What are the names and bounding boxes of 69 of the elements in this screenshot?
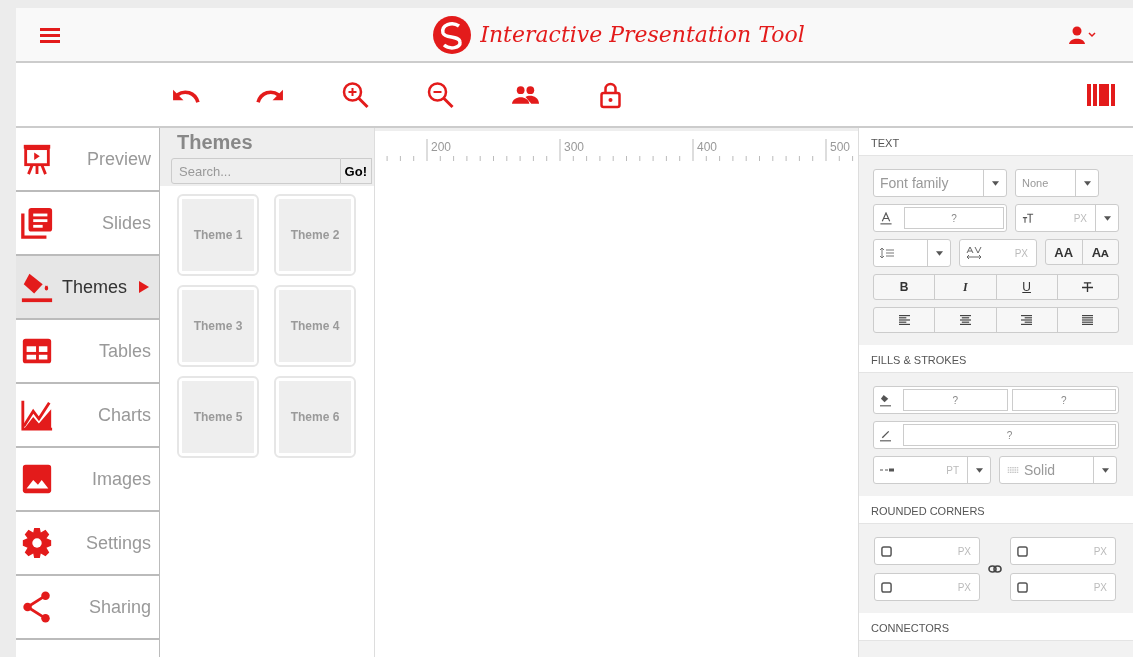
text-align-icon — [1082, 314, 1094, 326]
dropdown-caret-icon — [1083, 180, 1091, 186]
italic-button[interactable]: I — [935, 275, 997, 299]
user-menu-icon[interactable] — [1067, 24, 1097, 45]
zoom-out-icon[interactable] — [426, 80, 455, 109]
section-header: TEXT — [859, 128, 1133, 156]
caps-button[interactable]: Aᴀ — [1082, 240, 1118, 264]
panel-title: Themes — [177, 131, 254, 154]
corner-radius-field[interactable]: PX — [1010, 537, 1116, 565]
corner-radius-field[interactable]: PX — [874, 573, 980, 601]
dropdown-caret-icon — [975, 467, 983, 473]
ruler: 200 300 400 500 — [375, 128, 858, 163]
corner-icon — [881, 545, 892, 557]
font-color-icon — [880, 211, 892, 225]
caps-button[interactable]: AA — [1046, 240, 1083, 264]
columns-icon[interactable] — [1087, 83, 1115, 106]
logo-icon — [432, 14, 473, 55]
stroke-width-icon — [880, 467, 894, 473]
corner-icon — [1017, 581, 1028, 593]
search-field[interactable]: Search... — [171, 158, 341, 184]
sidebar-item[interactable]: Themes — [16, 256, 159, 320]
dropdown-caret-icon — [1103, 215, 1111, 221]
line-style-select[interactable]: Solid — [999, 456, 1117, 484]
letter-spacing-icon — [966, 246, 982, 260]
bold-button[interactable]: B — [874, 275, 936, 299]
text-align-icon — [898, 314, 910, 326]
stroke-color-field[interactable]: ? — [873, 421, 1119, 449]
caret-icon — [139, 281, 149, 293]
letter-spacing-field[interactable]: PX — [959, 239, 1037, 267]
paint-bucket-icon — [880, 393, 891, 407]
settings-icon — [20, 526, 54, 560]
fill-color-field[interactable]: ? ? — [873, 386, 1119, 414]
font-weight-select[interactable]: None — [1015, 169, 1099, 197]
line-height-icon — [880, 248, 894, 258]
dropdown-caret-icon — [1101, 467, 1109, 473]
app-title: Interactive Presentation Tool — [480, 22, 805, 47]
document-stack-icon — [20, 206, 54, 240]
text-align-icon — [959, 314, 971, 326]
corner-icon — [1017, 545, 1028, 557]
pencil-icon — [880, 428, 891, 442]
text-color-field[interactable]: ? — [873, 204, 1007, 232]
line-chart-icon — [20, 398, 54, 432]
theme-card[interactable]: Theme 3 — [177, 285, 259, 367]
text-align-icon — [1021, 314, 1033, 326]
underline-button[interactable]: U — [996, 275, 1058, 299]
menu-icon[interactable] — [40, 26, 60, 43]
theme-card[interactable]: Theme 4 — [274, 285, 356, 367]
section-header: ROUNDED CORNERS — [859, 496, 1133, 524]
section-header: FILLS & STROKES — [859, 345, 1133, 373]
corner-radius-field[interactable]: PX — [874, 537, 980, 565]
link-icon[interactable] — [988, 565, 1002, 573]
font-family-select[interactable]: Font family — [873, 169, 1007, 197]
theme-card[interactable]: Theme 1 — [177, 194, 259, 276]
corner-radius-field[interactable]: PX — [1010, 573, 1116, 601]
font-size-select[interactable]: PX — [1015, 204, 1119, 232]
section-header: CONNECTORS — [859, 613, 1133, 641]
zoom-in-icon[interactable] — [341, 80, 370, 109]
theme-card[interactable]: Theme 6 — [274, 376, 356, 458]
font-size-icon — [1022, 211, 1034, 225]
dropdown-caret-icon — [991, 180, 999, 186]
stroke-width-select[interactable]: PT — [873, 456, 991, 484]
theme-card[interactable]: Theme 5 — [177, 376, 259, 458]
dropdown-caret-icon — [935, 250, 943, 256]
theme-card[interactable]: Theme 2 — [274, 194, 356, 276]
strikethrough-icon — [1082, 281, 1094, 293]
go-button[interactable]: Go! — [340, 158, 372, 184]
corner-icon — [881, 581, 892, 593]
image-icon — [20, 462, 54, 496]
line-style-icon — [1006, 467, 1020, 473]
